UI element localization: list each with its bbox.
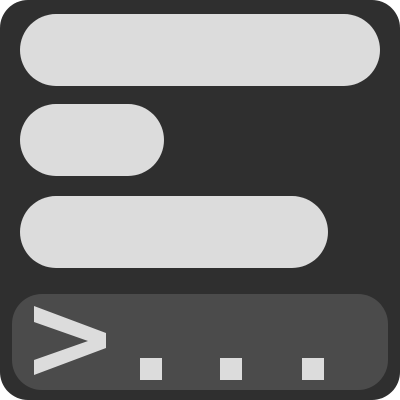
output-line-bar <box>20 196 328 268</box>
prompt-chevron-shape <box>34 306 106 375</box>
output-line-bar <box>20 104 164 176</box>
prompt-chevron-icon <box>34 306 324 380</box>
ellipsis-dot <box>140 358 162 380</box>
ellipsis-dot <box>220 358 242 380</box>
terminal-console-icon: > ... <box>0 0 400 400</box>
output-line-bar <box>20 14 380 86</box>
command-prompt-panel: > ... <box>12 294 388 390</box>
ellipsis-dot <box>302 358 324 380</box>
